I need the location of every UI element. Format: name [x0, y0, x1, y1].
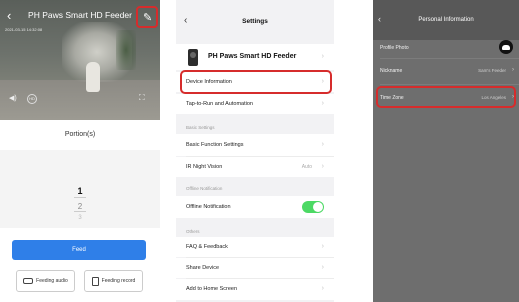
feeding-record-button[interactable]: Feeding record [84, 270, 143, 292]
chevron-right-icon: › [512, 67, 514, 73]
feeding-record-label: Feeding record [101, 278, 136, 284]
settings-item-label: Share Device [186, 265, 220, 271]
settings-item-label: Add to Home Screen [186, 286, 238, 292]
picker-value: 3 [78, 215, 82, 221]
section-header-basic: Basic Settings [186, 125, 215, 130]
nickname-label: Nickname [380, 68, 403, 74]
edit-icon: ✎ [143, 12, 153, 24]
feeder-device-icon [188, 49, 198, 66]
hd-icon[interactable]: HD [27, 94, 37, 104]
highlight-box [180, 70, 332, 94]
personal-info-screen: ‹ Personal Information Profile Photo Nic… [373, 0, 519, 302]
record-icon [91, 276, 99, 286]
page-title: Personal Information [418, 17, 474, 23]
offline-notification-toggle[interactable] [302, 201, 324, 213]
page-title: Settings [242, 18, 268, 25]
settings-item-tap-to-run[interactable]: Tap-to-Run and Automation › [176, 94, 334, 114]
profile-photo-row[interactable]: Profile Photo [373, 36, 519, 60]
highlight-box [376, 86, 516, 108]
fullscreen-icon[interactable]: ⛶ [139, 93, 145, 103]
chevron-right-icon: › [321, 264, 324, 271]
settings-item-basic-function[interactable]: Basic Function Settings › [176, 134, 334, 156]
speaker-icon[interactable]: ◀) [9, 94, 17, 102]
camera-pet [86, 62, 100, 92]
profile-photo-label: Profile Photo [380, 45, 409, 51]
audio-icon [23, 278, 34, 284]
avatar [499, 40, 513, 54]
chevron-right-icon: › [321, 141, 324, 148]
feeding-audio-label: Feeding audio [36, 278, 68, 284]
chevron-right-icon: › [321, 100, 324, 107]
picker-value-selected: 1 [77, 186, 83, 196]
settings-item-label: IR Night Vision [186, 164, 223, 170]
feeder-screen: 2021-03-15 14:32:08 ◀) HD ⛶ ‹ PH Paws Sm… [0, 0, 160, 302]
picker-value: 2 [77, 202, 83, 211]
settings-item-faq[interactable]: FAQ & Feedback › [176, 237, 334, 257]
chevron-right-icon: › [321, 243, 324, 250]
portion-label: Portion(s) [64, 131, 96, 138]
settings-item-offline-notification: Offline Notification [176, 196, 334, 218]
device-header-row[interactable]: PH Paws Smart HD Feeder › [176, 44, 334, 70]
feed-button[interactable]: Feed [12, 240, 146, 260]
settings-screen: ‹ Settings PH Paws Smart HD Feeder › Dev… [176, 0, 334, 302]
feeding-audio-button[interactable]: Feeding audio [16, 270, 75, 292]
portion-picker[interactable]: 1 2 3 [0, 150, 160, 228]
settings-item-label: Basic Function Settings [186, 142, 244, 148]
nickname-row[interactable]: Nickname Sam's Feeder › [373, 59, 519, 83]
settings-item-ir-night-vision[interactable]: IR Night Vision Auto › [176, 157, 334, 177]
settings-item-label: FAQ & Feedback [186, 244, 228, 250]
section-header-offline: Offline Notification [186, 186, 223, 191]
toggle-knob [313, 202, 323, 212]
divider [380, 84, 519, 85]
chevron-right-icon: › [321, 285, 324, 292]
nickname-value: Sam's Feeder [478, 68, 506, 73]
ir-night-vision-value: Auto [301, 164, 312, 170]
settings-item-share-device[interactable]: Share Device › [176, 258, 334, 278]
picker-divider [74, 211, 86, 212]
settings-item-label: Offline Notification [186, 204, 231, 210]
picker-divider [74, 197, 86, 198]
screenshot-composite: 2021-03-15 14:32:08 ◀) HD ⛶ ‹ PH Paws Sm… [0, 0, 519, 302]
camera-plant [116, 30, 136, 70]
chevron-right-icon: › [321, 163, 324, 170]
settings-item-add-to-home[interactable]: Add to Home Screen › [176, 279, 334, 300]
chevron-right-icon: › [321, 53, 324, 60]
camera-controls: ◀) HD ⛶ [0, 92, 160, 106]
section-header-others: Others [186, 229, 200, 234]
personal-info-header: ‹ Personal Information [373, 0, 519, 40]
device-name: PH Paws Smart HD Feeder [208, 53, 297, 60]
edit-button[interactable]: ✎ [136, 6, 158, 28]
settings-item-label: Tap-to-Run and Automation [186, 101, 253, 107]
